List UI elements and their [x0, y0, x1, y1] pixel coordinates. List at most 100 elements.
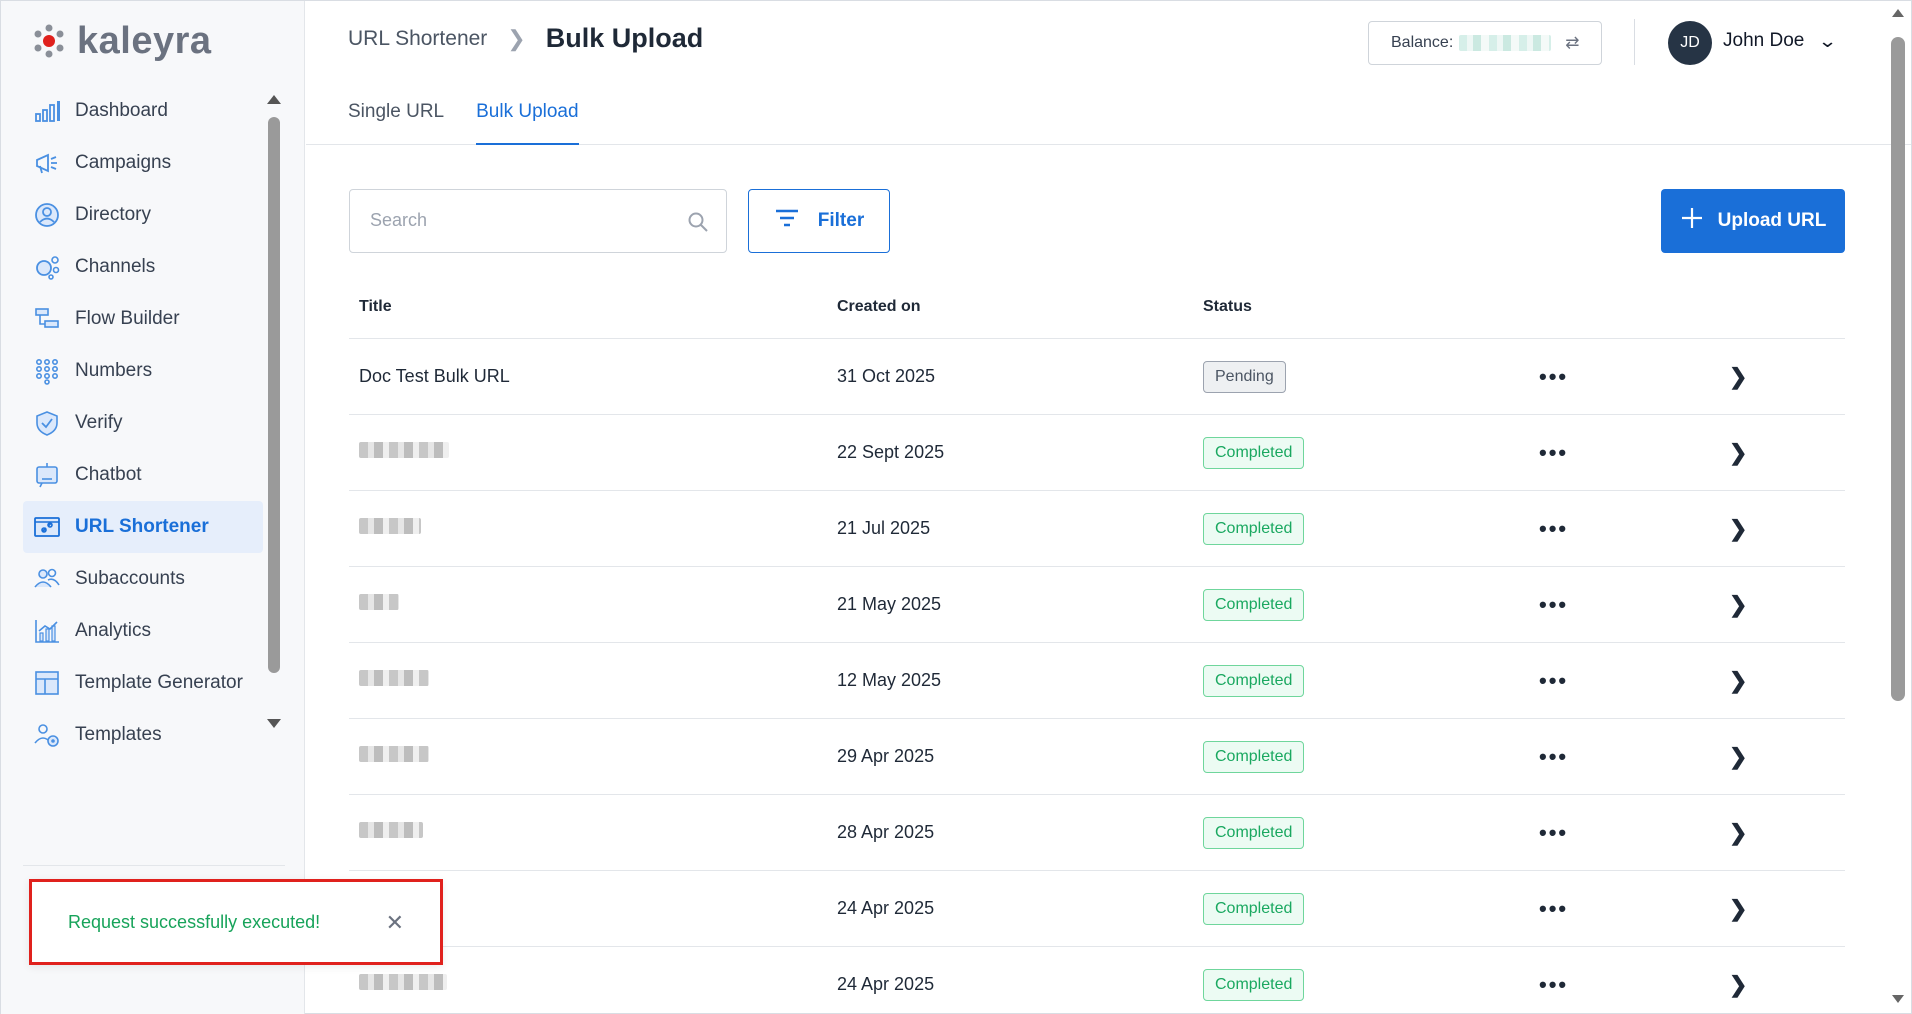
more-options-icon[interactable]: •••: [1539, 668, 1568, 693]
templates-icon: [33, 721, 61, 749]
more-options-icon[interactable]: •••: [1539, 364, 1568, 389]
tab-single-url[interactable]: Single URL: [348, 91, 444, 145]
sidebar-item-templates[interactable]: Templates: [23, 709, 263, 761]
link-icon: [33, 513, 61, 541]
brand-logo[interactable]: kaleyra: [31, 19, 212, 63]
chevron-right-icon[interactable]: ❯: [1729, 972, 1747, 997]
upload-url-button[interactable]: Upload URL: [1661, 189, 1845, 253]
chevron-right-icon[interactable]: ❯: [1729, 668, 1747, 693]
more-options-icon[interactable]: •••: [1539, 820, 1568, 845]
sidebar-item-url-shortener[interactable]: URL Shortener: [23, 501, 263, 553]
chevron-right-icon[interactable]: ❯: [1729, 516, 1747, 541]
plus-icon: [1680, 206, 1704, 236]
search-input[interactable]: [370, 210, 670, 231]
sidebar-item-dashboard[interactable]: Dashboard: [23, 85, 263, 137]
sidebar-nav: Dashboard Campaigns Directory Channels F…: [23, 85, 263, 761]
breadcrumb-parent-link[interactable]: URL Shortener: [348, 27, 487, 51]
chevron-right-icon[interactable]: ❯: [1729, 820, 1747, 845]
chevron-down-icon[interactable]: ⌄: [1818, 31, 1838, 52]
sidebar: kaleyra Dashboard Campaigns Directory Ch…: [1, 1, 305, 1014]
brand-name: kaleyra: [77, 19, 212, 62]
row-created-on: 12 May 2025: [837, 670, 942, 690]
chevron-right-icon[interactable]: ❯: [1729, 592, 1747, 617]
table-header: Title Created on Status: [349, 275, 1845, 339]
success-toast: Request successfully executed! ✕: [29, 879, 443, 965]
sidebar-item-directory[interactable]: Directory: [23, 189, 263, 241]
sidebar-item-flow-builder[interactable]: Flow Builder: [23, 293, 263, 345]
table-row[interactable]: 24 Apr 2025 Completed ••• ❯: [349, 871, 1845, 947]
table-row[interactable]: Doc Test Bulk URL 31 Oct 2025 Pending ••…: [349, 339, 1845, 415]
refresh-icon[interactable]: ⇄: [1565, 33, 1579, 53]
close-icon[interactable]: ✕: [386, 910, 404, 936]
sidebar-item-label: Campaigns: [75, 152, 172, 173]
sidebar-scroll-up-arrow[interactable]: [267, 95, 281, 104]
template-icon: [33, 669, 61, 697]
more-options-icon[interactable]: •••: [1539, 516, 1568, 541]
table-row[interactable]: 29 Apr 2025 Completed ••• ❯: [349, 719, 1845, 795]
row-title-redacted: [359, 594, 399, 610]
dialpad-icon: [33, 357, 61, 385]
status-badge: Completed: [1203, 588, 1305, 621]
sidebar-scroll-down-arrow[interactable]: [267, 719, 281, 728]
table-row[interactable]: 22 Sept 2025 Completed ••• ❯: [349, 415, 1845, 491]
sidebar-scrollbar-thumb[interactable]: [268, 117, 280, 673]
page-scroll-down-arrow[interactable]: [1892, 995, 1904, 1003]
sidebar-divider: [23, 865, 285, 866]
column-header-status: Status: [1203, 297, 1252, 315]
row-created-on: 31 Oct 2025: [837, 366, 936, 386]
channels-icon: [33, 253, 61, 281]
dashboard-icon: [33, 97, 61, 125]
sidebar-item-chatbot[interactable]: Chatbot: [23, 449, 263, 501]
shield-check-icon: [33, 409, 61, 437]
row-created-on: 22 Sept 2025: [837, 442, 945, 462]
chevron-right-icon[interactable]: ❯: [1729, 364, 1747, 389]
row-title-redacted: [359, 974, 447, 990]
avatar[interactable]: JD: [1668, 21, 1712, 65]
more-options-icon[interactable]: •••: [1539, 896, 1568, 921]
sidebar-item-analytics[interactable]: Analytics: [23, 605, 263, 657]
sidebar-item-template-generator[interactable]: Template Generator: [23, 657, 263, 709]
search-icon[interactable]: [686, 210, 710, 234]
table-row[interactable]: 24 Apr 2025 Completed ••• ❯: [349, 947, 1845, 1014]
row-title: Doc Test Bulk URL: [359, 366, 510, 386]
sidebar-item-channels[interactable]: Channels: [23, 241, 263, 293]
chevron-right-icon[interactable]: ❯: [1729, 440, 1747, 465]
table-row[interactable]: 12 May 2025 Completed ••• ❯: [349, 643, 1845, 719]
table-row[interactable]: 21 Jul 2025 Completed ••• ❯: [349, 491, 1845, 567]
table-row[interactable]: 28 Apr 2025 Completed ••• ❯: [349, 795, 1845, 871]
chevron-right-icon[interactable]: ❯: [1729, 896, 1747, 921]
page-header: URL Shortener ❯ Bulk Upload Balance: ⇄ J…: [306, 1, 1911, 145]
toast-message: Request successfully executed!: [68, 911, 321, 932]
breadcrumb: URL Shortener ❯ Bulk Upload: [348, 23, 703, 54]
sidebar-item-label: Directory: [75, 204, 152, 225]
more-options-icon[interactable]: •••: [1539, 592, 1568, 617]
balance-widget[interactable]: Balance: ⇄: [1368, 21, 1602, 65]
table-row[interactable]: 21 May 2025 Completed ••• ❯: [349, 567, 1845, 643]
row-title-redacted: [359, 518, 421, 534]
user-circle-icon: [33, 201, 61, 229]
user-name[interactable]: John Doe: [1723, 30, 1804, 52]
page-scroll-up-arrow[interactable]: [1892, 9, 1904, 17]
sidebar-item-numbers[interactable]: Numbers: [23, 345, 263, 397]
balance-value-redacted: [1459, 35, 1552, 51]
sidebar-item-subaccounts[interactable]: Subaccounts: [23, 553, 263, 605]
status-badge: Completed: [1203, 436, 1305, 469]
sidebar-item-label: Analytics: [75, 620, 152, 641]
sidebar-item-label: Templates: [75, 724, 162, 745]
tab-bulk-upload[interactable]: Bulk Upload: [476, 91, 579, 145]
filter-button[interactable]: Filter: [748, 189, 890, 253]
megaphone-icon: [33, 149, 61, 177]
chevron-right-icon: ❯: [507, 25, 526, 51]
sidebar-item-verify[interactable]: Verify: [23, 397, 263, 449]
more-options-icon[interactable]: •••: [1539, 744, 1568, 769]
flow-builder-icon: [33, 305, 61, 333]
more-options-icon[interactable]: •••: [1539, 440, 1568, 465]
sidebar-item-campaigns[interactable]: Campaigns: [23, 137, 263, 189]
page-scrollbar-thumb[interactable]: [1891, 37, 1905, 701]
upload-url-button-label: Upload URL: [1717, 210, 1827, 231]
more-options-icon[interactable]: •••: [1539, 972, 1568, 997]
chevron-right-icon[interactable]: ❯: [1729, 744, 1747, 769]
page-title: Bulk Upload: [545, 23, 704, 53]
row-title-redacted: [359, 822, 423, 838]
row-created-on: 29 Apr 2025: [837, 746, 935, 766]
